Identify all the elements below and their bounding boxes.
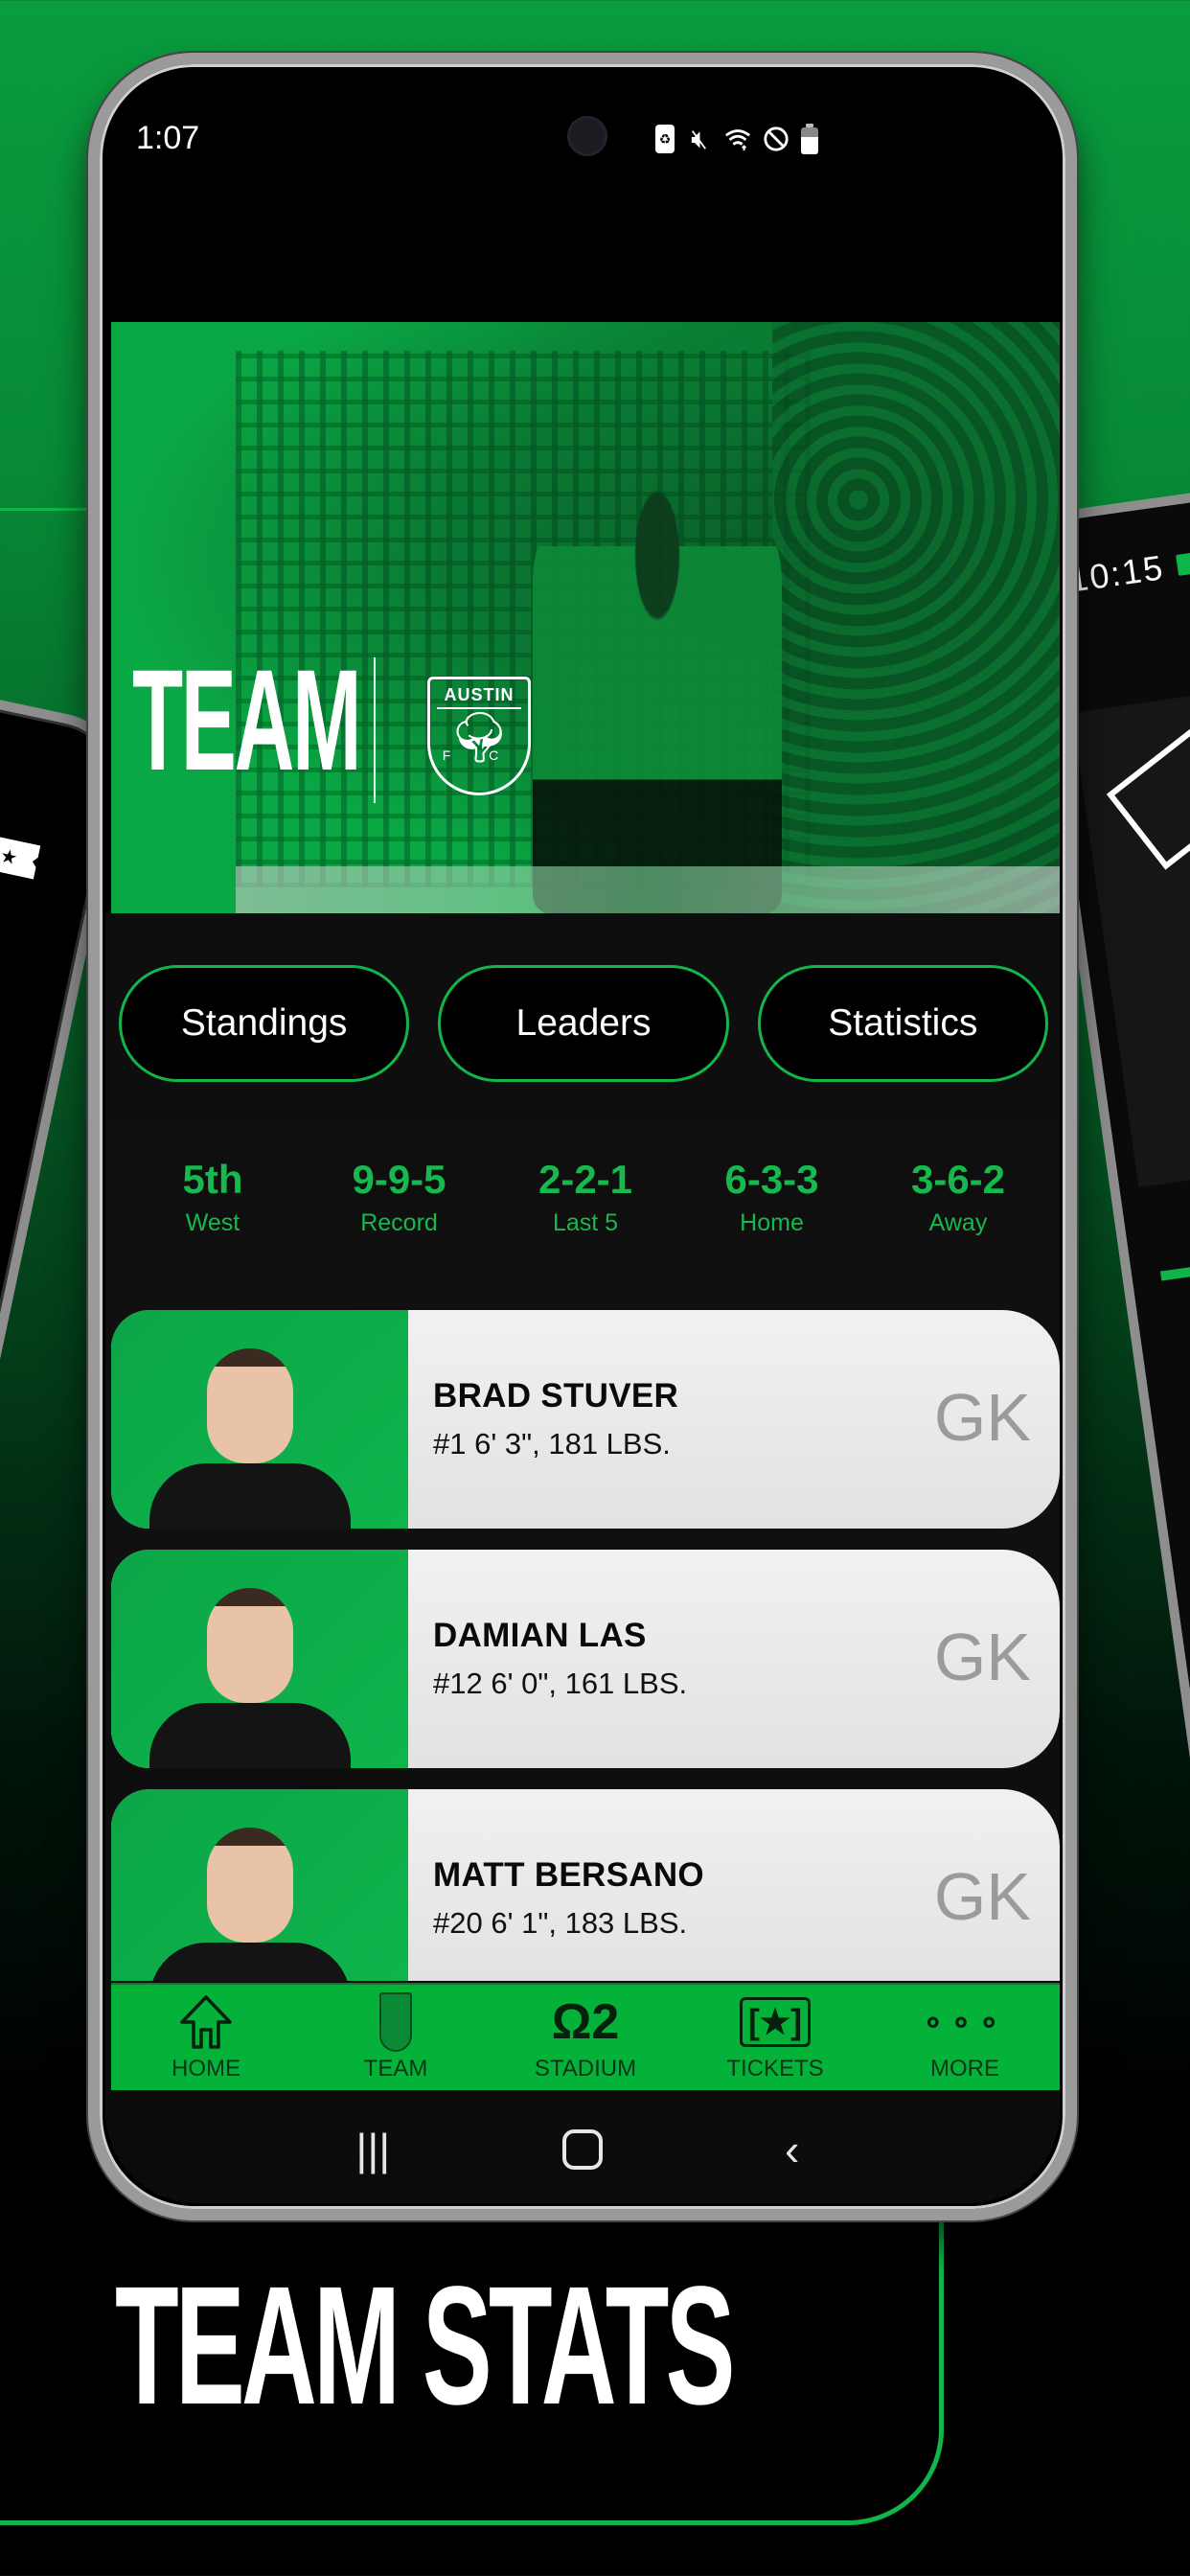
stat-value: 9-9-5 <box>352 1157 446 1202</box>
back-button[interactable]: ‹ <box>754 2124 831 2175</box>
player-name: MATT BERSANO <box>433 1856 704 1894</box>
player-position: GK <box>933 1859 1031 1934</box>
player-card[interactable]: DAMIAN LAS #12 6' 0", 161 LBS. GK <box>111 1550 1060 1768</box>
front-camera <box>567 116 607 156</box>
more-glyph: ∘∘∘ <box>923 2004 1007 2040</box>
hero-players-image <box>533 466 782 914</box>
team-stats-row: 5th West 9-9-5 Record 2-2-1 Last 5 6-3-3… <box>123 1157 1048 1237</box>
side-phone-panel <box>1071 643 1190 1187</box>
stat-value: 3-6-2 <box>910 1157 1006 1202</box>
player-photo <box>111 1550 408 1768</box>
stat-label: Last 5 <box>552 1209 619 1237</box>
nav-label: MORE <box>930 2056 999 2082</box>
q2-stadium-icon: Ω2 <box>551 1994 620 2050</box>
battery-saver-icon: ♻ <box>655 125 675 153</box>
stat-away: 3-6-2 Away <box>881 1157 1035 1237</box>
promo-headline: TEAM STATS <box>115 2252 735 2440</box>
status-icons: ♻ 🔇︎ <box>655 124 818 154</box>
hero-divider <box>374 657 376 803</box>
hero-banner: TEAM AUSTIN 🌳︎ F C <box>111 322 1060 914</box>
do-not-disturb-icon <box>763 125 790 153</box>
stat-home: 6-3-3 Home <box>696 1157 849 1237</box>
stat-value: 6-3-3 <box>724 1157 819 1202</box>
nav-label: HOME <box>172 2056 240 2082</box>
crest-top-text: AUSTIN <box>437 685 521 709</box>
stat-label: Away <box>928 1209 988 1237</box>
recents-button[interactable]: ||| <box>334 2124 411 2175</box>
nav-label: TICKETS <box>726 2056 824 2082</box>
hero-crowd-image <box>772 322 1060 914</box>
tab-statistics[interactable]: Statistics <box>757 965 1048 1082</box>
crest-bottom-text: F C <box>442 748 516 763</box>
ticket-glyph: [★] <box>739 1997 812 2047</box>
stat-label: Home <box>740 1209 804 1237</box>
phone-screen: 1:07 ♻ 🔇︎ TEAM AUSTIN 🌳︎ F C Standings L… <box>105 70 1060 2203</box>
austin-fc-crest: AUSTIN 🌳︎ F C <box>427 677 531 795</box>
home-circle-icon <box>561 2129 603 2170</box>
stat-west: 5th West <box>136 1157 289 1237</box>
stat-label: West <box>185 1209 240 1237</box>
nav-label: STADIUM <box>534 2056 637 2082</box>
nav-label: TEAM <box>363 2056 428 2082</box>
player-details: #12 6' 0", 161 LBS. <box>433 1667 688 1700</box>
status-bar: 1:07 ♻ 🔇︎ <box>105 116 1060 166</box>
stat-value: 2-2-1 <box>538 1157 633 1202</box>
player-position: GK <box>933 1380 1031 1455</box>
hero-image-strip <box>236 866 1060 914</box>
side-phone-status-time: 10:15 <box>1065 547 1167 600</box>
home-icon <box>178 1990 234 2054</box>
player-name: BRAD STUVER <box>433 1377 679 1414</box>
player-details: #1 6' 3", 181 LBS. <box>433 1427 671 1460</box>
nav-tickets[interactable]: [★] TICKETS <box>680 1985 870 2090</box>
roster-list: BRAD STUVER #1 6' 3", 181 LBS. GK DAMIAN… <box>111 1310 1060 2002</box>
team-crest-icon <box>1176 552 1190 576</box>
tab-standings[interactable]: Standings <box>119 965 410 1082</box>
stat-value: 5th <box>182 1157 243 1202</box>
nav-stadium[interactable]: Ω2 STADIUM <box>491 1985 680 2090</box>
player-card[interactable]: BRAD STUVER #1 6' 3", 181 LBS. GK <box>111 1310 1060 1529</box>
tab-leaders[interactable]: Leaders <box>438 965 729 1082</box>
team-tabs: Standings Leaders Statistics <box>119 965 1048 1082</box>
player-position: GK <box>933 1620 1031 1694</box>
nav-more[interactable]: ∘∘∘ MORE <box>870 1985 1060 2090</box>
ticket-icon: ★ <box>0 834 40 880</box>
nav-home[interactable]: HOME <box>111 1985 301 2090</box>
player-info: MATT BERSANO #20 6' 1", 183 LBS. <box>433 1856 704 1941</box>
more-icon: ∘∘∘ <box>923 1990 1007 2054</box>
wifi-icon <box>724 125 751 153</box>
player-info: BRAD STUVER #1 6' 3", 181 LBS. <box>433 1377 678 1461</box>
nav-team[interactable]: TEAM <box>301 1985 491 2090</box>
player-photo <box>111 1310 408 1529</box>
player-details: #20 6' 1", 183 LBS. <box>433 1906 688 1940</box>
player-card[interactable]: MATT BERSANO #20 6' 1", 183 LBS. GK <box>111 1789 1060 1981</box>
player-name: DAMIAN LAS <box>433 1617 647 1654</box>
player-info: DAMIAN LAS #12 6' 0", 161 LBS. <box>433 1617 687 1701</box>
ticket-icon: [★] <box>739 1990 812 2054</box>
side-phone-accent-bar <box>1159 1230 1190 1281</box>
system-navigation-bar: ||| ‹ <box>105 2092 1060 2203</box>
stat-last-5: 2-2-1 Last 5 <box>509 1157 662 1237</box>
home-button[interactable] <box>544 2129 621 2170</box>
hero-title: TEAM <box>132 639 362 800</box>
stat-label: Record <box>360 1209 438 1237</box>
player-photo <box>111 1789 408 1981</box>
main-phone: 1:07 ♻ 🔇︎ TEAM AUSTIN 🌳︎ F C Standings L… <box>88 53 1077 2220</box>
team-crest-icon <box>379 1990 412 2054</box>
mute-vibrate-icon: 🔇︎ <box>691 123 708 153</box>
stat-record: 9-9-5 Record <box>323 1157 476 1237</box>
battery-icon <box>801 124 818 154</box>
bottom-nav: HOME TEAM Ω2 STADIUM [★] TICKETS ∘∘∘ MOR… <box>111 1983 1060 2090</box>
status-time: 1:07 <box>136 120 200 156</box>
